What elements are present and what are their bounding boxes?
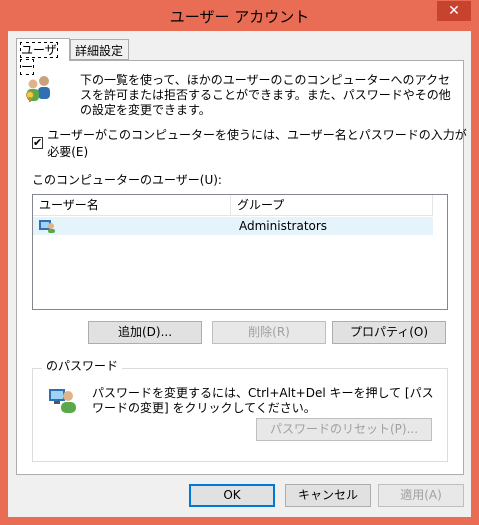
require-login-checkbox[interactable]: ✔ [32,137,44,149]
cancel-button[interactable]: キャンセル [285,484,371,507]
users-list-label: このコンピューターのユーザー(U): [32,173,222,187]
require-login-label: ユーザーがこのコンピューターを使うには、ユーザー名とパスワードの入力が必要(E) [47,128,467,159]
row-group: Administrators [239,219,328,233]
users-listview[interactable]: ユーザー名 グループ Administrators [32,194,448,310]
remove-button[interactable]: 削除(R) [212,321,326,344]
tab-users[interactable]: ユーザー [16,38,70,75]
intro-text: 下の一覧を使って、ほかのユーザーのこのコンピューターへのアクセスを許可または拒否… [80,73,451,117]
users-icon [26,76,50,102]
column-header-username[interactable]: ユーザー名 [33,195,231,215]
user-accounts-window: ユーザー アカウント ✕ ユーザー 詳細設定 下の一覧を使って、ほかのユーザーの… [0,0,479,525]
tab-advanced-label: 詳細設定 [75,44,124,58]
ok-button[interactable]: OK [189,484,275,507]
column-header-group[interactable]: グループ [231,195,433,215]
tab-advanced[interactable]: 詳細設定 [70,39,129,60]
title-bar[interactable]: ユーザー アカウント ✕ [0,0,479,32]
require-login-row[interactable]: ✔ ユーザーがこのコンピューターを使うには、ユーザー名とパスワードの入力が必要(… [32,126,471,160]
apply-button[interactable]: 適用(A) [378,484,464,507]
user-icon [39,220,55,233]
dialog-client-area: ユーザー 詳細設定 下の一覧を使って、ほかのユーザーのこのコンピューターへのアク… [8,31,471,517]
listview-header: ユーザー名 グループ [33,195,433,216]
user-computer-icon [49,389,76,413]
close-icon: ✕ [448,3,460,19]
window-title: ユーザー アカウント [169,8,310,26]
password-group-title: のパスワード [42,357,123,374]
add-button[interactable]: 追加(D)... [88,321,202,344]
password-instructions: パスワードを変更するには、Ctrl+Alt+Del キーを押して [パスワードの… [92,386,434,415]
properties-button[interactable]: プロパティ(O) [332,321,446,344]
reset-password-button[interactable]: パスワードのリセット(P)... [256,418,432,441]
table-row[interactable]: Administrators [33,217,433,235]
close-button[interactable]: ✕ [437,1,471,21]
